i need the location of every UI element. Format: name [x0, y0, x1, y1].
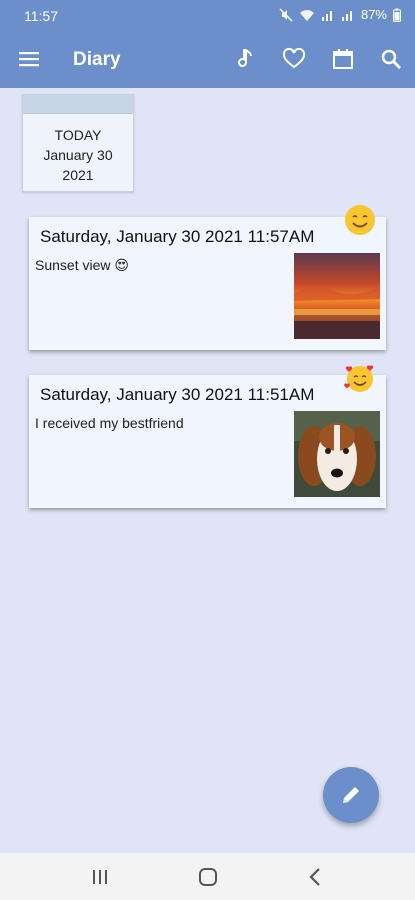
smiling-face-with-hearts-icon: [344, 365, 374, 392]
new-entry-button[interactable]: [323, 767, 379, 823]
today-card[interactable]: TODAY January 30 2021: [22, 94, 134, 192]
app-bar: Diary: [0, 32, 415, 88]
menu-icon[interactable]: [18, 48, 40, 70]
diary-entry[interactable]: Saturday, January 30 2021 11:51AM I rece…: [29, 365, 386, 508]
mute-icon: [279, 7, 293, 22]
entry-datetime: Saturday, January 30 2021 11:51AM: [40, 385, 315, 404]
today-label: TODAY: [54, 127, 102, 143]
today-year: 2021: [62, 167, 94, 183]
today-card-header: [23, 95, 133, 114]
signal-icon-2: [341, 10, 352, 21]
signal-icon: [321, 10, 332, 21]
entry-text: Sunset view 😍: [35, 257, 129, 273]
battery-percent: 87%: [360, 7, 387, 22]
calendar-icon[interactable]: [331, 47, 355, 71]
status-time: 11:57: [24, 8, 58, 24]
pencil-icon: [343, 787, 359, 803]
status-bar: 11:57 87%: [0, 0, 415, 32]
heart-icon[interactable]: [282, 47, 306, 71]
smiling-face-icon: [345, 205, 375, 235]
music-note-icon[interactable]: [234, 47, 258, 71]
search-icon[interactable]: [379, 47, 403, 71]
entry-text: I received my bestfriend: [35, 415, 184, 431]
system-nav-bar: [0, 853, 415, 900]
app-title: Diary: [73, 49, 121, 70]
entry-datetime: Saturday, January 30 2021 11:57AM: [40, 227, 315, 246]
diary-entry[interactable]: Saturday, January 30 2021 11:57AM Sunset…: [29, 205, 386, 350]
recent-apps-icon[interactable]: [88, 867, 112, 887]
dog-photo[interactable]: [294, 411, 380, 497]
back-icon[interactable]: [304, 867, 328, 887]
sunset-photo[interactable]: [294, 253, 380, 339]
battery-icon: [393, 8, 401, 22]
status-icons: 87%: [279, 7, 401, 22]
today-date: January 30: [43, 147, 113, 163]
home-icon[interactable]: [196, 867, 220, 887]
wifi-icon: [299, 9, 314, 21]
